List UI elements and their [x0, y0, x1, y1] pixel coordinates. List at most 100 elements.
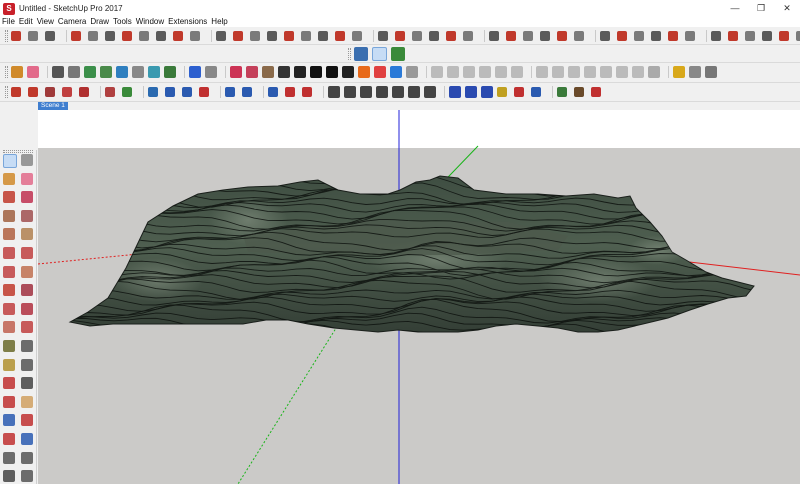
map-icon[interactable]	[354, 47, 368, 61]
back-view-icon[interactable]	[668, 31, 678, 41]
rotated-rectangle-icon[interactable]	[21, 209, 33, 222]
pan-icon[interactable]	[21, 395, 33, 408]
select-icon[interactable]	[3, 154, 17, 168]
tape-measure-icon[interactable]	[301, 31, 311, 41]
make-component-icon[interactable]	[21, 154, 33, 166]
stamp-icon[interactable]	[246, 66, 258, 78]
sketchup-icon[interactable]: S	[3, 2, 15, 15]
axes-icon[interactable]	[378, 31, 388, 41]
components-panel-icon[interactable]	[584, 66, 596, 78]
eraser-icon[interactable]	[27, 66, 39, 78]
house-outline-icon[interactable]	[326, 66, 338, 78]
house-icon[interactable]	[310, 66, 322, 78]
menu-edit[interactable]: Edit	[19, 17, 33, 27]
sandbox-from-contours-icon[interactable]	[189, 66, 201, 78]
protractor-icon[interactable]	[335, 31, 345, 41]
shaded-textures-icon[interactable]	[796, 31, 800, 41]
curve-icon[interactable]	[268, 87, 278, 97]
stack-4-icon[interactable]	[376, 86, 388, 98]
arc-icon[interactable]	[11, 31, 21, 41]
bar-2-icon[interactable]	[182, 87, 192, 97]
text-icon[interactable]	[21, 358, 33, 371]
offset-icon[interactable]	[21, 321, 33, 334]
eraser-icon[interactable]	[21, 172, 33, 185]
position-camera-icon[interactable]	[3, 451, 15, 464]
plant-icon[interactable]	[557, 87, 567, 97]
three-point-arc-icon[interactable]	[45, 31, 55, 41]
push-pull-icon[interactable]	[21, 284, 33, 297]
menu-draw[interactable]: Draw	[90, 17, 109, 27]
menu-window[interactable]: Window	[136, 17, 164, 27]
shadow-icon[interactable]	[406, 66, 418, 78]
pie-icon[interactable]	[21, 265, 33, 278]
rectangle-icon[interactable]	[88, 31, 98, 41]
book-icon[interactable]	[105, 87, 115, 97]
offset-icon[interactable]	[173, 31, 183, 41]
menu-tools[interactable]: Tools	[113, 17, 132, 27]
paint-bucket-icon[interactable]	[3, 172, 15, 185]
orbit-icon[interactable]	[3, 395, 15, 408]
section-plane-icon[interactable]	[21, 470, 33, 483]
toolbar-grip[interactable]	[348, 48, 351, 60]
flag-icon[interactable]	[199, 87, 209, 97]
solid-union-icon[interactable]	[164, 66, 176, 78]
stack-1-icon[interactable]	[328, 86, 340, 98]
two-point-arc-icon[interactable]	[28, 31, 38, 41]
modeling-viewport[interactable]	[38, 110, 800, 484]
zoom-icon[interactable]	[523, 31, 533, 41]
follow-me-icon[interactable]	[190, 31, 200, 41]
toolbar-grip[interactable]	[5, 86, 8, 98]
3d-text-icon[interactable]	[395, 31, 405, 41]
close-icon[interactable]: ✕	[774, 0, 800, 17]
components-icon[interactable]	[84, 66, 96, 78]
scenes-icon[interactable]	[552, 66, 564, 78]
explode-icon[interactable]	[132, 66, 144, 78]
plant-2-icon[interactable]	[574, 87, 584, 97]
smoove-icon[interactable]	[230, 66, 242, 78]
yellow-ball-icon[interactable]	[673, 66, 685, 78]
globe-icon[interactable]	[531, 87, 541, 97]
bar-1-icon[interactable]	[165, 87, 175, 97]
shaded-icon[interactable]	[779, 31, 789, 41]
dimension-icon[interactable]	[21, 340, 33, 352]
hook-icon[interactable]	[285, 87, 295, 97]
polygon-icon[interactable]	[21, 228, 33, 241]
freehand-icon[interactable]	[156, 31, 166, 41]
text-icon[interactable]	[352, 31, 362, 41]
select-icon[interactable]	[52, 66, 64, 78]
polygon-icon[interactable]	[139, 31, 149, 41]
rotate-icon[interactable]	[250, 31, 260, 41]
3d-text-icon[interactable]	[21, 377, 33, 390]
styles-icon[interactable]	[495, 66, 507, 78]
iso-view-icon[interactable]	[600, 31, 610, 41]
tape-measure-icon[interactable]	[3, 340, 15, 352]
outer-shell-icon[interactable]	[28, 87, 38, 97]
scene-canvas[interactable]	[38, 110, 800, 484]
move-icon[interactable]	[233, 31, 243, 41]
line-icon[interactable]	[225, 87, 235, 97]
minimize-icon[interactable]: —	[722, 0, 748, 17]
materials-icon[interactable]	[511, 66, 523, 78]
solid-tools-icon[interactable]	[11, 87, 21, 97]
two-point-arc-icon[interactable]	[21, 247, 33, 259]
xray-icon[interactable]	[711, 31, 721, 41]
zoom-window-icon[interactable]	[540, 31, 550, 41]
home-icon[interactable]	[342, 66, 354, 78]
move-icon[interactable]	[3, 284, 15, 297]
layer-icon[interactable]	[431, 66, 443, 78]
pen-icon[interactable]	[242, 87, 252, 97]
look-around-icon[interactable]	[21, 451, 33, 464]
blue-key-icon[interactable]	[449, 86, 461, 98]
push-pull-icon[interactable]	[216, 31, 226, 41]
scale-icon[interactable]	[267, 31, 277, 41]
paint-bucket-icon[interactable]	[11, 66, 23, 78]
stop-icon[interactable]	[514, 87, 524, 97]
sandbox-from-scratch-icon[interactable]	[205, 66, 217, 78]
palette-grip[interactable]	[3, 150, 33, 153]
three-point-arc-icon[interactable]	[3, 265, 15, 278]
fix-icon[interactable]	[632, 66, 644, 78]
flip-icon[interactable]	[284, 31, 294, 41]
rotate-icon[interactable]	[3, 302, 15, 315]
toolbar-grip[interactable]	[5, 66, 8, 78]
sphere-icon[interactable]	[689, 66, 701, 78]
